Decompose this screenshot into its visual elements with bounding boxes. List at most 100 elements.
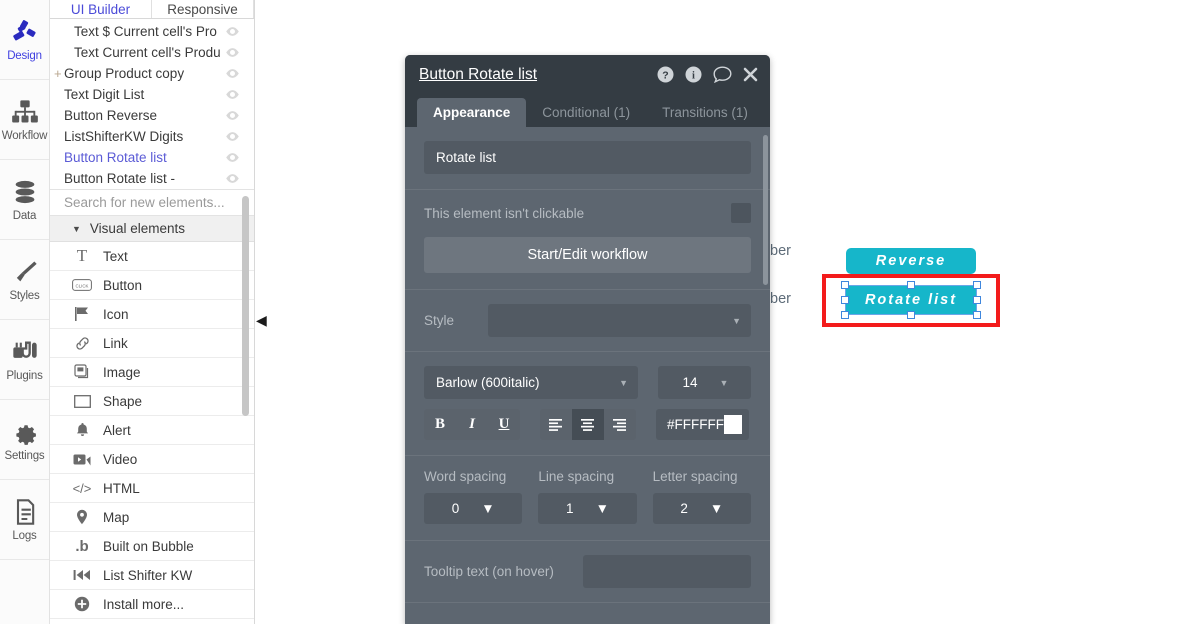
svg-text:?: ? [662,69,668,81]
property-editor: Button Rotate list ? i Appearance Condit… [405,55,770,624]
button-text-input[interactable]: Rotate list [424,141,751,174]
font-size-dropdown[interactable]: 14 ▼ [658,366,751,399]
palette-item-map[interactable]: Map [50,503,254,532]
tree-row[interactable]: Text Current cell's Produ [50,42,254,63]
info-icon[interactable]: i [685,66,702,83]
palette-item-list-shifter-kw[interactable]: List Shifter KW [50,561,254,590]
style-dropdown[interactable]: ▼ [488,304,751,337]
align-right-button[interactable] [604,409,636,440]
section-visual-elements[interactable]: ▼ Visual elements [50,216,254,242]
palette-item-alert[interactable]: Alert [50,416,254,445]
eye-icon[interactable] [225,129,240,144]
bold-label: B [434,416,445,432]
font-color-field[interactable]: #FFFFFF [656,409,749,440]
resize-handle-ne[interactable] [973,281,981,289]
canvas-button-reverse[interactable]: Reverse [846,248,976,274]
tree-row-label: Group Product copy [64,66,185,81]
close-icon[interactable] [743,67,758,82]
bold-button[interactable]: B [424,409,456,440]
eye-icon[interactable] [225,66,240,81]
comment-icon[interactable] [713,66,732,83]
text-align-group [540,409,636,440]
image-icon [72,364,92,380]
word-spacing-dropdown[interactable]: 0 ▼ [424,493,523,524]
eye-icon[interactable] [225,171,240,186]
eye-icon[interactable] [225,24,240,39]
eye-icon[interactable] [225,150,240,165]
tab-transitions[interactable]: Transitions (1) [646,98,764,127]
resize-handle-w[interactable] [841,296,849,304]
palette-item-icon[interactable]: Icon [50,300,254,329]
palette-item-link[interactable]: Link [50,329,254,358]
tree-row[interactable]: Button Rotate list - [50,168,254,189]
collapse-panel-icon[interactable]: ◀ [256,312,267,328]
palette-scrollbar[interactable] [242,196,249,416]
link-icon [72,335,92,352]
tab-ui-builder[interactable]: UI Builder [50,0,152,18]
palette-item-built-on-bubble[interactable]: .b Built on Bubble [50,532,254,561]
tree-row[interactable]: + Group Product copy [50,63,254,84]
chevron-down-icon: ▼ [481,501,495,516]
line-spacing-dropdown[interactable]: 1 ▼ [538,493,637,524]
rail-item-settings[interactable]: Settings [0,400,49,480]
resize-handle-s[interactable] [907,311,915,319]
help-icon[interactable]: ? [657,66,674,83]
eye-icon[interactable] [225,45,240,60]
align-left-button[interactable] [540,409,572,440]
palette-item-image[interactable]: Image [50,358,254,387]
clickable-checkbox[interactable] [731,203,751,223]
property-editor-header-icons: ? i [657,66,758,83]
rail-label-styles: Styles [9,289,40,302]
tooltip-input[interactable] [583,555,751,588]
data-icon [15,180,34,203]
rail-item-styles[interactable]: Styles [0,240,49,320]
bubble-icon: .b [75,537,89,555]
property-editor-scrollbar[interactable] [763,135,768,285]
rail-item-design[interactable]: Design [0,0,49,80]
rail-item-data[interactable]: Data [0,160,49,240]
property-editor-title[interactable]: Button Rotate list [419,66,657,84]
resize-handle-e[interactable] [973,296,981,304]
letter-spacing-value: 2 [680,501,688,516]
palette-item-html[interactable]: </> HTML [50,474,254,503]
tab-appearance[interactable]: Appearance [417,98,527,127]
resize-handle-n[interactable] [907,281,915,289]
font-family-value: Barlow (600italic) [436,375,540,390]
rail-item-workflow[interactable]: Workflow [0,80,49,160]
tree-row[interactable]: ListShifterKW Digits [50,126,254,147]
palette-item-shape[interactable]: Shape [50,387,254,416]
clickable-label: This element isn't clickable [424,205,585,221]
tab-conditional[interactable]: Conditional (1) [526,98,646,127]
palette-item-install-more[interactable]: Install more... [50,590,254,619]
spacing-group: Word spacing Line spacing Letter spacing [424,469,751,484]
eye-icon[interactable] [225,87,240,102]
palette-item-button[interactable]: CLICK Button [50,271,254,300]
underline-button[interactable]: U [488,409,520,440]
tree-row[interactable]: Button Reverse [50,105,254,126]
tree-row[interactable]: Text Digit List [50,84,254,105]
tree-row-selected[interactable]: Button Rotate list [50,147,254,168]
palette-item-video[interactable]: Video [50,445,254,474]
italic-button[interactable]: I [456,409,488,440]
element-tree: Text $ Current cell's Pro Text Current c… [50,19,254,189]
align-center-button[interactable] [572,409,604,440]
tree-row-label: Button Rotate list - [64,171,176,186]
color-swatch[interactable] [724,415,742,434]
chevron-down-icon: ▼ [732,315,741,326]
eye-icon[interactable] [225,108,240,123]
tab-responsive[interactable]: Responsive [152,0,254,18]
expand-icon[interactable]: + [54,67,62,80]
search-input[interactable]: Search for new elements... [50,189,254,216]
tree-row[interactable]: Text $ Current cell's Pro [50,21,254,42]
rail-item-logs[interactable]: Logs [0,480,49,560]
resize-handle-se[interactable] [973,311,981,319]
section-label: Visual elements [89,221,185,236]
resize-handle-sw[interactable] [841,311,849,319]
letter-spacing-dropdown[interactable]: 2 ▼ [652,493,751,524]
palette-item-text[interactable]: T Text [50,242,254,271]
panel-tabbar: UI Builder Responsive [50,0,254,19]
resize-handle-nw[interactable] [841,281,849,289]
font-family-dropdown[interactable]: Barlow (600italic) ▼ [424,366,638,399]
start-edit-workflow-button[interactable]: Start/Edit workflow [424,237,751,273]
rail-item-plugins[interactable]: Plugins [0,320,49,400]
